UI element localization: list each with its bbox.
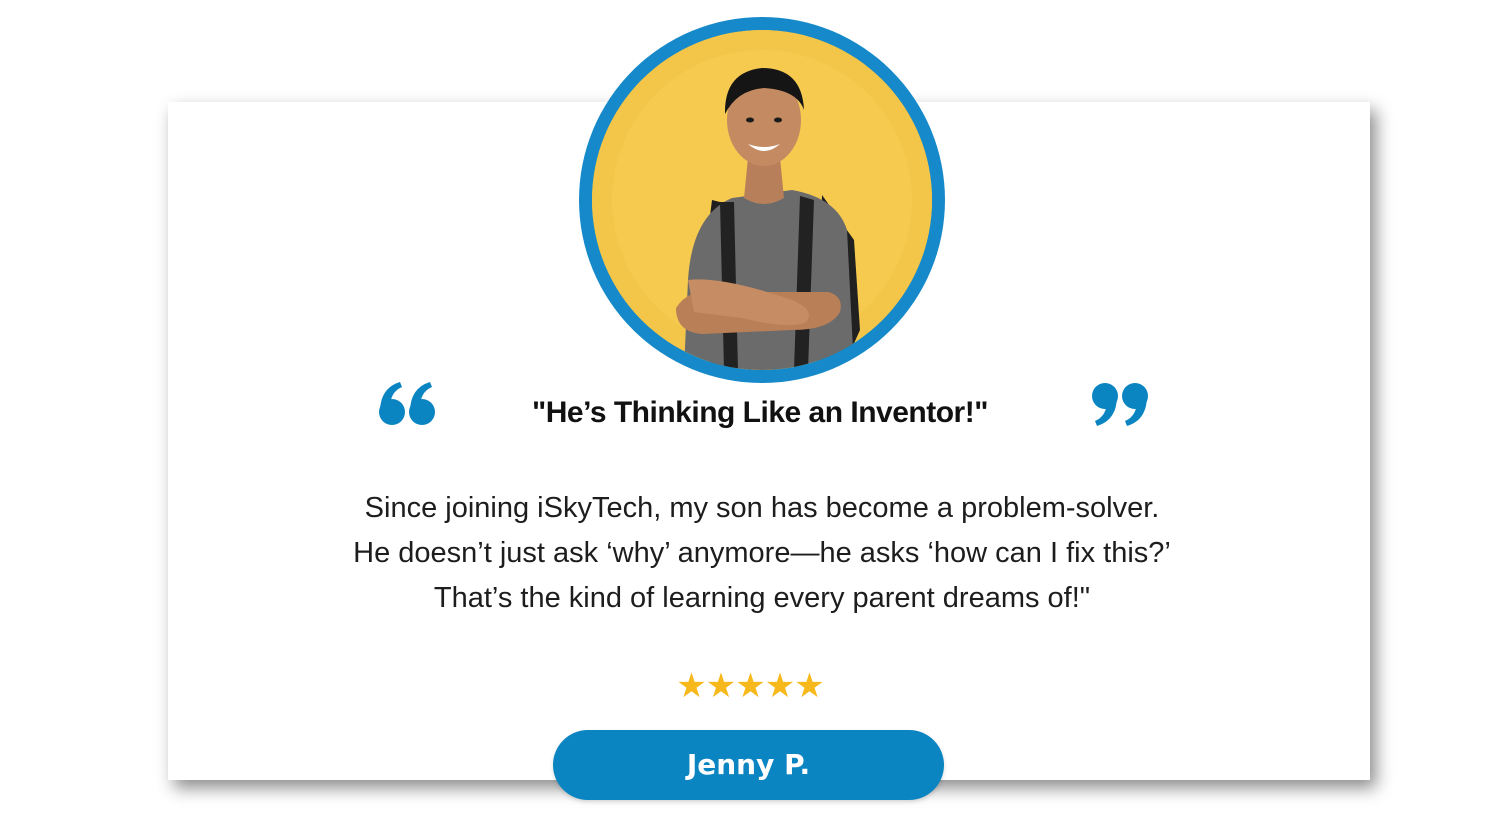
testimonial-body: Since joining iSkyTech, my son has becom… — [220, 486, 1304, 621]
testimonial-line: Since joining iSkyTech, my son has becom… — [364, 492, 1160, 524]
testimonial-headline: "He’s Thinking Like an Inventor!" — [532, 396, 988, 429]
quote-open-icon — [379, 382, 435, 425]
star-rating: ★★★★★ — [676, 666, 824, 706]
author-badge: Jenny P. — [553, 730, 944, 800]
avatar — [592, 30, 932, 370]
quote-close-icon — [1092, 383, 1148, 426]
avatar-ring — [579, 17, 945, 383]
testimonial-line: He doesn’t just ask ‘why’ anymore—he ask… — [353, 537, 1171, 569]
testimonial-line: That’s the kind of learning every parent… — [433, 582, 1091, 614]
student-photo — [592, 30, 932, 370]
